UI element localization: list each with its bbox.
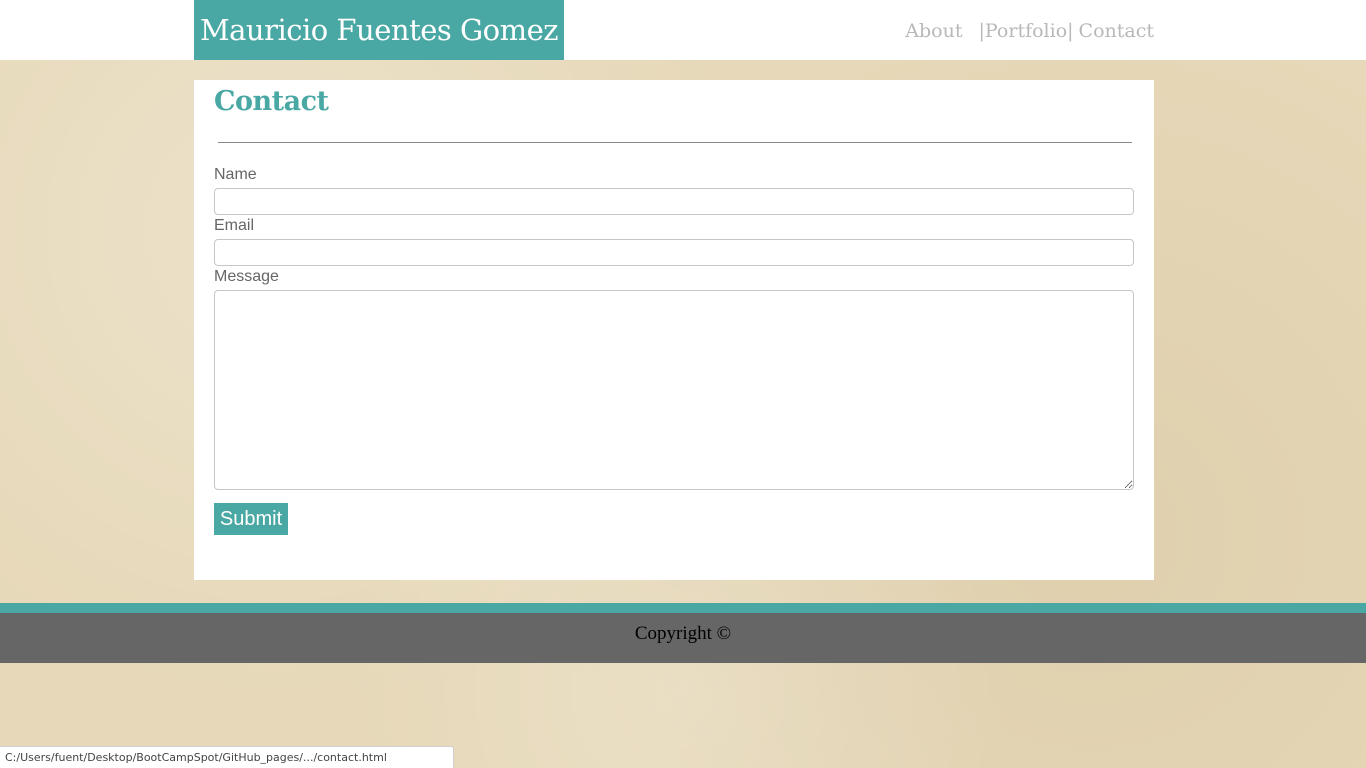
contact-card: Contact Name Email Message Submit [194,80,1154,580]
top-bar: Mauricio Fuentes Gomez About | Portfolio… [0,0,1366,60]
site-brand[interactable]: Mauricio Fuentes Gomez [194,0,564,60]
submit-button[interactable]: Submit [214,503,288,535]
title-divider [218,142,1132,143]
message-field[interactable] [214,290,1134,490]
footer: Copyright © [0,613,1366,663]
browser-status-bar: C:/Users/fuent/Desktop/BootCampSpot/GitH… [0,746,454,768]
email-field[interactable] [214,239,1134,266]
copyright-text: Copyright © [634,623,732,644]
nav-link-portfolio[interactable]: Portfolio [985,20,1067,42]
email-label: Email [214,217,255,234]
main-nav: About | Portfolio | Contact [905,17,1154,45]
name-label: Name [214,166,257,183]
nav-link-about[interactable]: About [905,20,962,42]
page-title: Contact [214,86,329,117]
message-label: Message [214,268,279,285]
footer-accent-bar [0,603,1366,613]
nav-separator: | [1067,20,1074,42]
nav-link-contact[interactable]: Contact [1079,20,1154,42]
name-field[interactable] [214,188,1134,215]
